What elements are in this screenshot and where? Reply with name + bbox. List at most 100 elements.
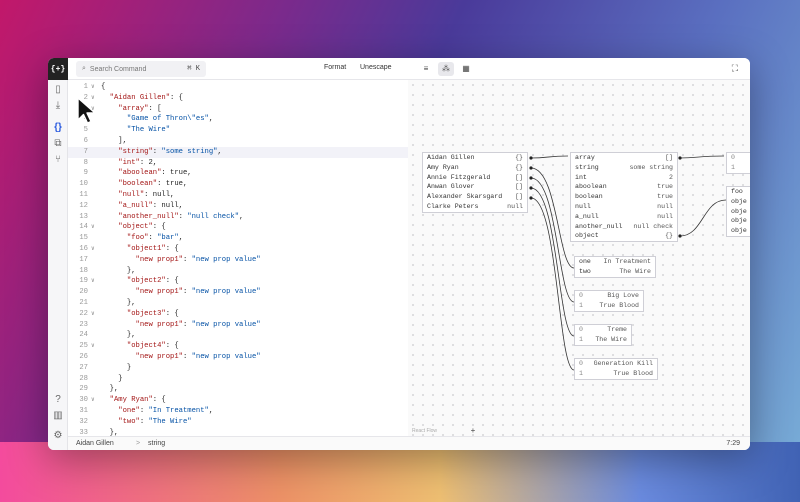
- code-line[interactable]: 8 "int": 2,: [68, 158, 408, 169]
- fold-chevron-icon[interactable]: ∨: [91, 222, 95, 233]
- amy-ryan-node[interactable]: one In Treatment two The Wire: [574, 256, 656, 278]
- code-line[interactable]: 9 "aboolean": true,: [68, 168, 408, 179]
- line-number: 10: [79, 180, 88, 189]
- fold-chevron-icon[interactable]: ∨: [91, 82, 95, 93]
- unescape-button[interactable]: Unescape: [360, 64, 392, 71]
- fold-chevron-icon[interactable]: ∨: [91, 395, 95, 406]
- graph-canvas[interactable]: Aidan Gillen {} Amy Ryan {} Annie Fitzgerald…: [408, 80, 750, 449]
- node-key: array: [575, 154, 595, 161]
- code-text: "null": null,: [118, 191, 175, 199]
- node-row: array []: [571, 153, 677, 163]
- code-line[interactable]: 18 },: [68, 266, 408, 277]
- fold-chevron-icon[interactable]: ∨: [91, 276, 95, 287]
- code-line[interactable]: 7 "string": "some string",: [68, 146, 408, 158]
- breadcrumb-root[interactable]: Aidan Gillen: [76, 440, 114, 447]
- code-line[interactable]: 24 },: [68, 330, 408, 341]
- line-number: 29: [79, 385, 88, 394]
- zoom-in-button[interactable]: +: [468, 426, 478, 435]
- node-key: 0: [579, 326, 583, 333]
- code-line[interactable]: 32 "two": "The Wire": [68, 417, 408, 428]
- node-value: {}: [665, 232, 673, 240]
- code-line[interactable]: 25 ∨ "object4": {: [68, 341, 408, 352]
- code-text: },: [126, 266, 136, 275]
- code-line[interactable]: 19 ∨ "object2": {: [68, 276, 408, 287]
- fold-chevron-icon[interactable]: ∨: [91, 341, 95, 352]
- format-button[interactable]: Format: [324, 64, 346, 71]
- code-line[interactable]: 28 }: [68, 374, 408, 385]
- code-line[interactable]: 5 "The Wire": [68, 125, 408, 136]
- code-line[interactable]: 2 ∨ "Aidan Gillen": {: [68, 93, 408, 104]
- node-key: 1: [731, 163, 735, 171]
- code-line[interactable]: 21 },: [68, 298, 408, 309]
- line-number: 19: [79, 277, 88, 286]
- fold-chevron-icon[interactable]: ∨: [91, 244, 95, 255]
- line-number: 12: [79, 201, 88, 210]
- code-line[interactable]: 10 "boolean": true,: [68, 179, 408, 190]
- code-line[interactable]: 12 "a_null": null,: [68, 201, 408, 212]
- node-key: 1: [579, 301, 583, 309]
- code-line[interactable]: 29 },: [68, 384, 408, 395]
- code-line[interactable]: 33 },: [68, 428, 408, 436]
- line-number: 18: [79, 266, 88, 275]
- code-line[interactable]: 27 }: [68, 363, 408, 374]
- status-bar: Aidan Gillen > string 7:29: [68, 436, 750, 450]
- code-text: "Amy Ryan": {: [109, 396, 166, 405]
- line-number: 13: [79, 212, 88, 221]
- code-line[interactable]: 20 "new prop1": "new prop value": [68, 287, 408, 298]
- code-line[interactable]: 4 "Game of Thron\"es",: [68, 114, 408, 125]
- activity-bar: {+} ▯ ⤓ {} ⧉ ⑂ ? ▥ ⚙: [48, 58, 68, 450]
- alexander-skarsgard-node[interactable]: 0 Generation Kill 1 True Blood: [574, 358, 658, 380]
- code-line[interactable]: 22 ∨ "object3": {: [68, 309, 408, 320]
- root-node[interactable]: Aidan Gillen {} Amy Ryan {} Annie Fitzgerald…: [422, 152, 528, 213]
- node-key: Amy Ryan: [427, 163, 459, 171]
- node-row: aboolean true: [571, 182, 677, 192]
- code-line[interactable]: 17 "new prop1": "new prop value": [68, 255, 408, 266]
- compare-icon[interactable]: ⧉: [52, 138, 64, 150]
- code-line[interactable]: 6 ],: [68, 136, 408, 147]
- branch-icon[interactable]: ⑂: [52, 154, 64, 166]
- node-row: Clarke Peters null: [423, 202, 527, 212]
- stats-icon[interactable]: ▥: [52, 410, 64, 422]
- code-line[interactable]: 26 "new prop1": "new prop value": [68, 352, 408, 363]
- json-editor[interactable]: 1∨{2∨ "Aidan Gillen": {3∨ "array": [4 "G…: [68, 80, 408, 436]
- new-file-icon[interactable]: ▯: [52, 84, 64, 96]
- node-row: 1 True Blood: [575, 369, 657, 379]
- annie-fitzgerald-node[interactable]: 0 Big Love 1 True Blood: [574, 290, 644, 312]
- fold-chevron-icon[interactable]: ∨: [91, 309, 95, 320]
- table-view-icon[interactable]: ▦: [458, 62, 474, 76]
- graph-view-icon[interactable]: ⁂: [438, 62, 454, 76]
- object-node[interactable]: foo obje obje obje obje: [726, 186, 750, 237]
- array-node[interactable]: 01: [726, 152, 750, 174]
- download-icon[interactable]: ⤓: [52, 100, 64, 112]
- node-value: true: [657, 183, 673, 191]
- code-text: },: [126, 331, 136, 340]
- anwan-glover-node[interactable]: 0 Treme 1 The Wire: [574, 324, 632, 346]
- command-search[interactable]: ⌕ Search Command ⌘ K: [76, 61, 206, 77]
- json-view-icon[interactable]: {}: [52, 122, 64, 134]
- node-key: foo: [731, 188, 743, 195]
- code-line[interactable]: 31 "one": "In Treatment",: [68, 406, 408, 417]
- settings-icon[interactable]: ⚙: [52, 430, 64, 442]
- node-value: Big Love: [607, 292, 639, 299]
- code-line[interactable]: 1 ∨ {: [68, 82, 408, 93]
- text-view-icon[interactable]: ≡: [418, 62, 434, 76]
- line-number: 25: [79, 342, 88, 351]
- line-number: 23: [79, 320, 88, 329]
- help-icon[interactable]: ?: [52, 394, 64, 406]
- line-number: 17: [79, 255, 88, 264]
- code-line[interactable]: 15 "foo": "bar",: [68, 233, 408, 244]
- breadcrumb-current[interactable]: string: [148, 440, 165, 447]
- code-line[interactable]: 3∨ "array": [: [68, 104, 408, 115]
- code-text: },: [126, 299, 136, 307]
- code-line[interactable]: 23 "new prop1": "new prop value": [68, 320, 408, 331]
- code-line[interactable]: 30 ∨ "Amy Ryan": {: [68, 395, 408, 406]
- code-text: "object": {: [118, 223, 166, 232]
- aidan-gillen-node[interactable]: array [] string some string int 2 aboolean true…: [570, 152, 678, 243]
- code-line[interactable]: 16 ∨ "object1": {: [68, 244, 408, 255]
- code-text: "new prop1": "new prop value": [135, 320, 261, 329]
- code-line[interactable]: 14 ∨ "object": {: [68, 222, 408, 233]
- node-key: Aidan Gillen: [427, 154, 475, 161]
- fullscreen-icon[interactable]: ⛶: [732, 63, 738, 74]
- code-line[interactable]: 11 "null": null,: [68, 190, 408, 201]
- code-line[interactable]: 13 "another_null": "null check",: [68, 212, 408, 223]
